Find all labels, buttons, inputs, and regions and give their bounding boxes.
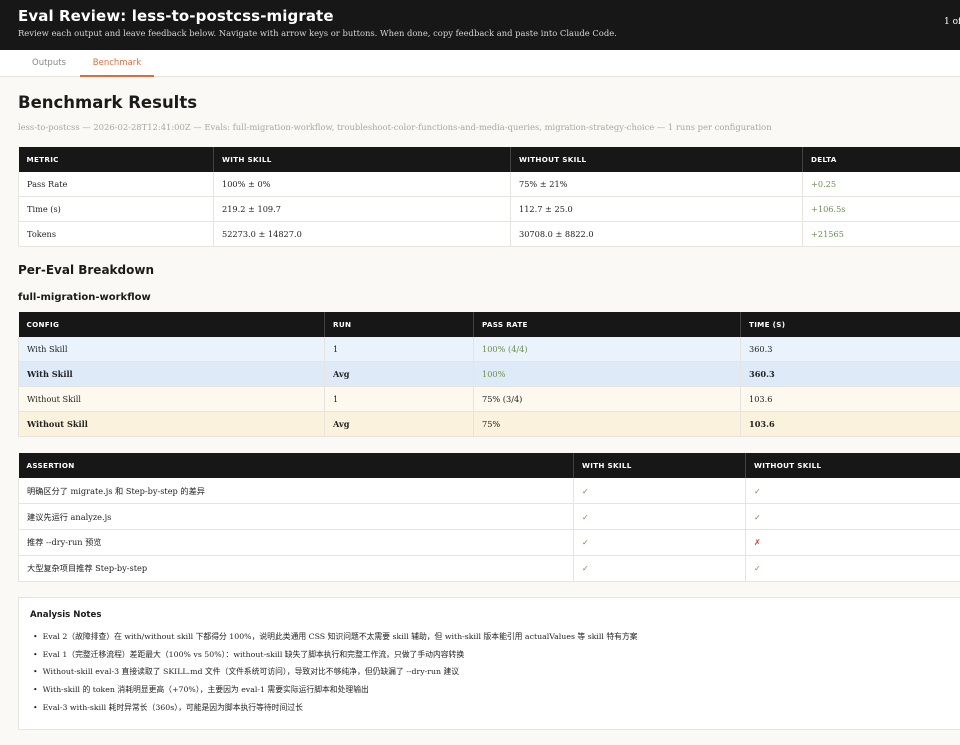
metric-name: Pass Rate	[18, 172, 214, 198]
assertions-table: ASSERTION WITH SKILL WITHOUT SKILL 明确区分了…	[18, 453, 960, 582]
eval-runs-table: CONFIG RUN PASS RATE TIME (S) With Skill…	[18, 312, 960, 437]
analysis-notes-title: Analysis Notes	[30, 610, 102, 620]
without-skill-value: 75% ± 21%	[510, 172, 803, 198]
benchmark-meta: less-to-postcss — 2026-02-28T12:41:00Z —…	[18, 122, 772, 132]
assertion-text: 明确区分了 migrate.js 和 Step-by-step 的差异	[18, 478, 574, 505]
with-skill-value: 219.2 ± 109.7	[213, 196, 511, 222]
delta-value: +21565	[802, 221, 960, 247]
with-skill-value: 52273.0 ± 14827.0	[213, 221, 511, 247]
col-header-without-skill: WITHOUT SKILL	[745, 453, 960, 478]
col-header-delta: DELTA	[802, 147, 960, 172]
analysis-notes-list: Eval 2（故障排查）在 with/without skill 下都得分 10…	[33, 631, 638, 719]
col-header-run: RUN	[324, 312, 474, 337]
assertion-text: 推荐 --dry-run 预览	[18, 529, 574, 556]
table-row: With Skill 1 100% (4/4) 360.3	[18, 337, 960, 363]
col-header-with-skill: WITH SKILL	[573, 453, 746, 478]
table-row: Without Skill Avg 75% 103.6	[18, 411, 960, 437]
pass-check-icon: ✓	[745, 555, 960, 582]
delta-value: +0.25	[802, 172, 960, 198]
col-header-metric: METRIC	[18, 147, 214, 172]
list-item: Eval-3 with-skill 耗时异常长（360s），可能是因为脚本执行等…	[33, 702, 638, 720]
table-row: Tokens 52273.0 ± 14827.0 30708.0 ± 8822.…	[18, 221, 960, 247]
table-row: Pass Rate 100% ± 0% 75% ± 21% +0.25	[18, 172, 960, 198]
delta-value: +106.5s	[802, 196, 960, 222]
pass-rate-cell: 75% (3/4)	[473, 386, 741, 412]
table-row: 建议先运行 analyze.js ✓ ✓	[18, 503, 960, 531]
config-cell: With Skill	[18, 337, 325, 363]
page-header-title: Eval Review: less-to-postcss-migrate	[18, 7, 334, 25]
table-row: 明确区分了 migrate.js 和 Step-by-step 的差异 ✓ ✓	[18, 478, 960, 505]
metric-name: Time (s)	[18, 196, 214, 222]
run-cell: 1	[324, 386, 474, 412]
metric-name: Tokens	[18, 221, 214, 247]
table-row: 推荐 --dry-run 预览 ✓ ✗	[18, 529, 960, 556]
col-header-without-skill: WITHOUT SKILL	[510, 147, 803, 172]
list-item: With-skill 的 token 消耗明显更高（+70%），主要因为 eva…	[33, 684, 638, 702]
pass-rate-cell: 100%	[473, 361, 741, 388]
run-cell: 1	[324, 337, 474, 363]
tab-bar: Outputs Benchmark	[0, 50, 960, 77]
config-cell: Without Skill	[18, 411, 325, 437]
tab-benchmark[interactable]: Benchmark	[80, 50, 154, 77]
analysis-notes-panel: Analysis Notes Eval 2（故障排查）在 with/withou…	[18, 597, 960, 730]
pass-rate-cell: 75%	[473, 411, 741, 437]
tab-outputs[interactable]: Outputs	[18, 50, 80, 77]
pass-check-icon: ✓	[573, 478, 746, 505]
header-bar: Eval Review: less-to-postcss-migrate Rev…	[0, 0, 960, 50]
config-cell: With Skill	[18, 361, 325, 388]
table-row: Without Skill 1 75% (3/4) 103.6	[18, 386, 960, 412]
pass-check-icon: ✓	[745, 478, 960, 505]
page-title: Benchmark Results	[18, 93, 198, 112]
run-cell: Avg	[324, 361, 474, 388]
col-header-time: TIME (S)	[740, 312, 960, 337]
pass-rate-cell: 100% (4/4)	[473, 337, 741, 363]
col-header-assertion: ASSERTION	[18, 453, 574, 478]
time-cell: 360.3	[740, 361, 960, 388]
time-cell: 103.6	[740, 411, 960, 437]
eval-name: full-migration-workflow	[18, 292, 151, 303]
time-cell: 103.6	[740, 386, 960, 412]
table-row: With Skill Avg 100% 360.3	[18, 361, 960, 388]
list-item: Without-skill eval-3 直接读取了 SKILL.md 文件（文…	[33, 666, 638, 684]
time-cell: 360.3	[740, 337, 960, 363]
table-row: 大型复杂项目推荐 Step-by-step ✓ ✓	[18, 555, 960, 582]
table-row: Time (s) 219.2 ± 109.7 112.7 ± 25.0 +106…	[18, 196, 960, 222]
col-header-config: CONFIG	[18, 312, 325, 337]
eval-counter: 1 of	[944, 17, 960, 27]
fail-cross-icon: ✗	[745, 529, 960, 556]
col-header-with-skill: WITH SKILL	[213, 147, 511, 172]
breakdown-title: Per-Eval Breakdown	[18, 263, 154, 277]
page-header-subtitle: Review each output and leave feedback be…	[18, 28, 617, 38]
pass-check-icon: ✓	[573, 503, 746, 531]
without-skill-value: 112.7 ± 25.0	[510, 196, 803, 222]
list-item: Eval 2（故障排查）在 with/without skill 下都得分 10…	[33, 631, 638, 649]
summary-table: METRIC WITH SKILL WITHOUT SKILL DELTA Pa…	[18, 147, 960, 247]
list-item: Eval 1（完整迁移流程）差距最大（100% vs 50%）：without-…	[33, 649, 638, 667]
col-header-pass-rate: PASS RATE	[473, 312, 741, 337]
without-skill-value: 30708.0 ± 8822.0	[510, 221, 803, 247]
assertion-text: 大型复杂项目推荐 Step-by-step	[18, 555, 574, 582]
with-skill-value: 100% ± 0%	[213, 172, 511, 198]
config-cell: Without Skill	[18, 386, 325, 412]
pass-check-icon: ✓	[573, 529, 746, 556]
pass-check-icon: ✓	[745, 503, 960, 531]
run-cell: Avg	[324, 411, 474, 437]
assertion-text: 建议先运行 analyze.js	[18, 503, 574, 531]
pass-check-icon: ✓	[573, 555, 746, 582]
